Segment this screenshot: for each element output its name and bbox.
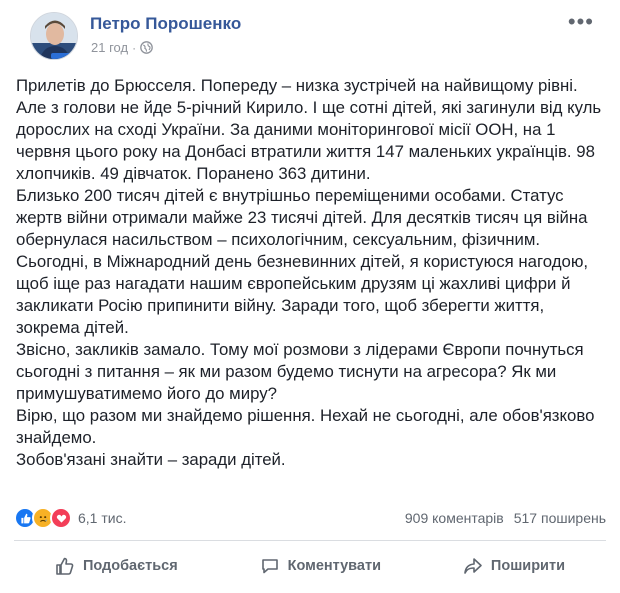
engagement-counts: 909 коментарів 517 поширень: [405, 510, 606, 526]
author-name[interactable]: Петро Порошенко: [90, 14, 241, 34]
action-bar: Подобається Коментувати Поширити: [14, 548, 606, 584]
share-icon: [464, 558, 482, 574]
post-paragraph: Вірю, що разом ми знайдемо рішення. Неха…: [16, 406, 595, 447]
more-options-icon[interactable]: •••: [568, 11, 594, 33]
post-paragraph: Прилетів до Брюсселя. Попереду – низка з…: [16, 76, 602, 183]
post-text: Прилетів до Брюсселя. Попереду – низка з…: [16, 75, 606, 471]
post-time[interactable]: 21 год: [91, 40, 128, 55]
post-stats: 6,1 тис. 909 коментарів 517 поширень: [14, 504, 606, 532]
comments-count[interactable]: 909 коментарів: [405, 510, 504, 526]
comment-icon: [261, 559, 278, 574]
meta-separator: ·: [132, 40, 137, 55]
divider: [14, 540, 606, 541]
like-label: Подобається: [82, 558, 178, 574]
post-paragraph: Сьогодні, в Міжнародний день безневинних…: [16, 252, 589, 337]
post-paragraph: Близько 200 тисяч дітей є внутрішньо пер…: [16, 186, 588, 249]
like-button[interactable]: Подобається: [55, 556, 178, 576]
globe-icon[interactable]: [140, 41, 153, 54]
share-label: Поширити: [490, 558, 565, 574]
profile-photo: [31, 13, 77, 59]
shares-count[interactable]: 517 поширень: [514, 510, 606, 526]
post-paragraph: Звісно, закликів замало. Тому мої розмов…: [16, 340, 584, 403]
comment-label: Коментувати: [287, 558, 381, 574]
avatar[interactable]: [30, 12, 78, 60]
reactions-count[interactable]: 6,1 тис.: [78, 510, 126, 526]
post-paragraph: Зобов'язані знайти – заради дітей.: [16, 450, 286, 469]
thumbs-up-icon: [56, 557, 74, 575]
share-button[interactable]: Поширити: [463, 556, 565, 576]
post-header: Петро Порошенко 21 год · •••: [14, 0, 606, 62]
post-meta: 21 год ·: [91, 40, 153, 55]
facebook-post: Петро Порошенко 21 год · ••• Прилетів до…: [0, 0, 620, 593]
love-reaction-icon: [50, 507, 72, 529]
reaction-icons[interactable]: [14, 507, 72, 529]
comment-button[interactable]: Коментувати: [260, 556, 381, 576]
